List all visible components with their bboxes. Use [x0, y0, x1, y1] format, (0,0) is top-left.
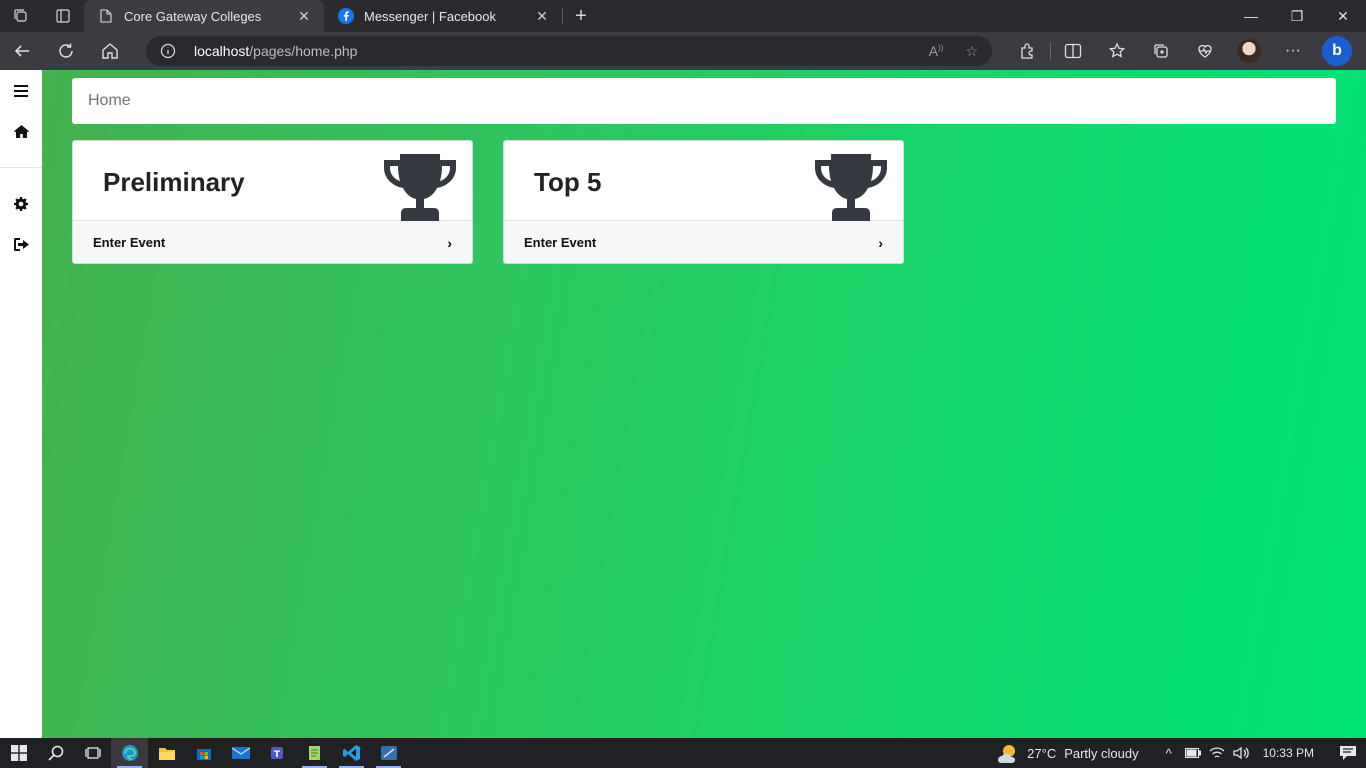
close-tab-icon[interactable]: ✕ — [296, 8, 312, 25]
enter-event-link[interactable]: Enter Event › — [73, 220, 472, 263]
tab-messenger[interactable]: Messenger | Facebook ✕ — [324, 0, 562, 32]
more-menu-icon[interactable]: ··· — [1271, 32, 1315, 70]
extensions-icon[interactable] — [1006, 32, 1050, 70]
performance-icon[interactable] — [1183, 32, 1227, 70]
card-title: Preliminary — [103, 167, 245, 197]
back-icon[interactable] — [0, 32, 44, 70]
svg-text:T: T — [273, 750, 280, 760]
tab-title: Core Gateway Colleges — [124, 8, 262, 24]
chevron-right-icon: › — [447, 234, 452, 251]
battery-icon[interactable] — [1181, 748, 1205, 758]
store-icon[interactable] — [185, 738, 222, 768]
partly-cloudy-icon — [998, 745, 1016, 763]
volume-icon[interactable] — [1229, 746, 1253, 760]
search-icon[interactable] — [37, 738, 74, 768]
vscode-icon[interactable] — [333, 738, 370, 768]
notifications-icon[interactable] — [1330, 746, 1366, 760]
card-title: Top 5 — [534, 167, 602, 197]
breadcrumb: Home — [72, 78, 1336, 124]
bing-icon: b — [1322, 36, 1352, 66]
close-tab-icon[interactable]: ✕ — [534, 8, 550, 25]
trophy-icon — [815, 154, 887, 221]
file-explorer-icon[interactable] — [148, 738, 185, 768]
windows-taskbar: T 27°C Partly cloudy ^ 10:33 PM — [0, 738, 1366, 768]
system-tray: 27°C Partly cloudy ^ 10:33 PM — [995, 738, 1366, 768]
profile-avatar[interactable] — [1227, 32, 1271, 70]
url-host: localhost — [194, 43, 250, 59]
browser-toolbar: localhost/pages/home.php A)) ☆ ··· b — [0, 32, 1366, 70]
weather-condition: Partly cloudy — [1064, 745, 1139, 761]
event-card-preliminary: Preliminary Enter Event › — [72, 140, 473, 264]
settings-icon[interactable] — [0, 189, 42, 219]
favorites-icon[interactable] — [1095, 32, 1139, 70]
task-view-icon[interactable] — [74, 738, 111, 768]
notepad-icon[interactable] — [296, 738, 333, 768]
card-body: Top 5 — [504, 141, 903, 221]
edge-taskbar-icon[interactable] — [111, 738, 148, 768]
chevron-right-icon: › — [878, 234, 883, 251]
restore-icon[interactable]: ❐ — [1274, 0, 1320, 32]
clock[interactable]: 10:33 PM — [1263, 746, 1314, 760]
page-icon — [98, 8, 114, 24]
mail-icon[interactable] — [222, 738, 259, 768]
close-window-icon[interactable]: ✕ — [1320, 0, 1366, 32]
sidebar — [0, 70, 42, 738]
url-path: /pages/home.php — [249, 43, 358, 59]
vertical-tabs-icon[interactable] — [42, 0, 84, 32]
teams-icon[interactable]: T — [259, 738, 296, 768]
new-tab-button[interactable]: + — [563, 0, 599, 32]
enter-event-label: Enter Event — [524, 235, 597, 250]
minimize-icon[interactable]: — — [1228, 0, 1274, 32]
weather-temp: 27°C — [1027, 745, 1057, 761]
window-controls: — ❐ ✕ — [1228, 0, 1366, 32]
split-screen-icon[interactable] — [1051, 32, 1095, 70]
bing-chat-icon[interactable]: b — [1315, 32, 1359, 70]
page-content: Home Preliminary Enter Event › Top 5 Ent… — [0, 70, 1366, 738]
tab-core-gateway[interactable]: Core Gateway Colleges ✕ — [84, 0, 324, 32]
collections-icon[interactable] — [1139, 32, 1183, 70]
enter-event-label: Enter Event — [93, 235, 166, 250]
app-icon[interactable] — [370, 738, 407, 768]
trophy-icon — [384, 154, 456, 221]
address-actions: A)) ☆ — [929, 43, 978, 60]
menu-icon[interactable] — [0, 76, 42, 106]
refresh-icon[interactable] — [44, 32, 88, 70]
logout-icon[interactable] — [0, 229, 42, 259]
address-bar[interactable]: localhost/pages/home.php A)) ☆ — [146, 36, 992, 66]
read-aloud-icon[interactable]: A)) — [929, 43, 944, 60]
avatar — [1237, 39, 1261, 63]
start-icon[interactable] — [0, 738, 37, 768]
toolbar-icons: ··· b — [1006, 32, 1359, 70]
chevron-up-icon[interactable]: ^ — [1157, 746, 1181, 761]
favorite-star-icon[interactable]: ☆ — [965, 43, 978, 60]
card-body: Preliminary — [73, 141, 472, 221]
tab-title: Messenger | Facebook — [364, 8, 496, 24]
sidebar-divider — [0, 167, 42, 168]
enter-event-link[interactable]: Enter Event › — [504, 220, 903, 263]
weather-widget[interactable]: 27°C Partly cloudy — [995, 742, 1139, 764]
wifi-icon[interactable] — [1205, 746, 1229, 760]
event-card-top5: Top 5 Enter Event › — [503, 140, 904, 264]
site-info-icon[interactable] — [160, 43, 178, 59]
workspaces-icon[interactable] — [0, 0, 42, 32]
home-icon[interactable] — [0, 116, 42, 146]
browser-tab-bar: Core Gateway Colleges ✕ Messenger | Face… — [0, 0, 1366, 32]
facebook-icon — [338, 8, 354, 24]
breadcrumb-home[interactable]: Home — [88, 92, 131, 110]
home-browser-icon[interactable] — [88, 32, 132, 70]
